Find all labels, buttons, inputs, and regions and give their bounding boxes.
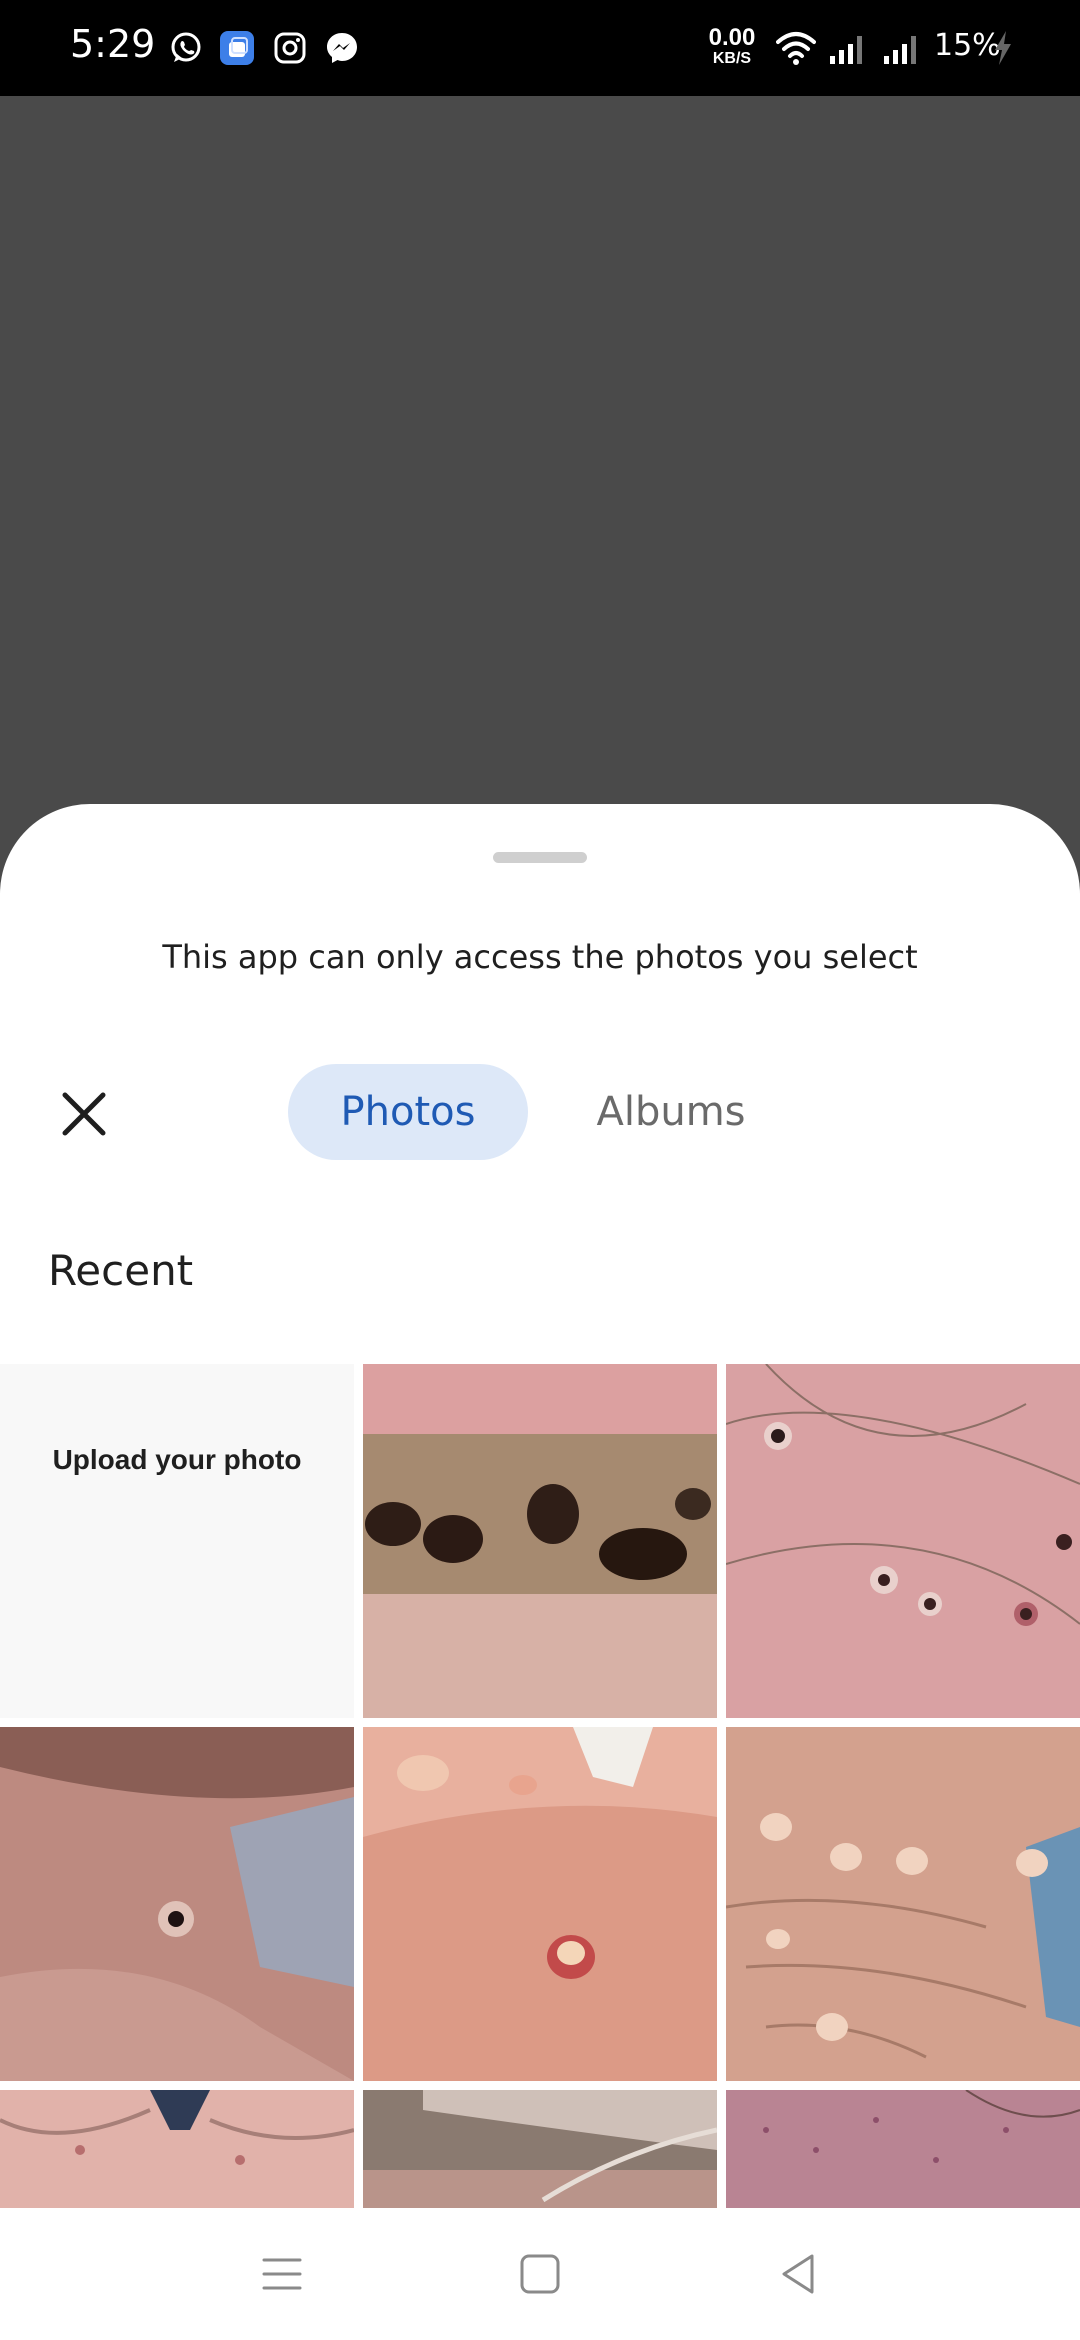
messenger-icon (327, 33, 357, 63)
multi-window-icon (220, 31, 254, 65)
home-icon[interactable] (510, 2244, 570, 2304)
status-bar: 5:29 0.00 KB/S 15% (0, 0, 1080, 96)
close-icon (62, 1092, 106, 1136)
wifi-icon (776, 32, 816, 65)
close-button[interactable] (50, 1080, 118, 1148)
photo-image (726, 2090, 1080, 2208)
access-info-text: This app can only access the photos you … (162, 938, 918, 976)
photo-thumbnail[interactable] (363, 2090, 717, 2208)
instagram-icon (274, 32, 306, 64)
photo-thumbnail[interactable] (0, 2090, 354, 2208)
photo-thumbnail[interactable] (726, 1727, 1080, 2081)
photo-image (726, 1727, 1080, 2081)
navigation-bar (0, 2208, 1080, 2340)
menu-icon[interactable] (252, 2244, 312, 2304)
network-speed: 0.00 KB/S (704, 26, 760, 67)
signal-strength-icon (830, 36, 862, 64)
photo-image (363, 2090, 717, 2208)
photo-image (0, 1727, 354, 2081)
battery-percentage: 15% (934, 28, 1001, 63)
photo-image (363, 1727, 717, 2081)
tab-albums[interactable]: Albums (555, 1064, 787, 1160)
photo-picker-sheet: This app can only access the photos you … (0, 804, 1080, 2208)
tab-photos[interactable]: Photos (288, 1064, 528, 1160)
whatsapp-icon (171, 32, 201, 62)
section-title-recent: Recent (48, 1246, 194, 1295)
photo-thumbnail[interactable] (0, 1727, 354, 2081)
back-icon[interactable] (768, 2244, 828, 2304)
photo-image (726, 1364, 1080, 1718)
signal-strength-icon (884, 36, 916, 64)
network-speed-unit: KB/S (712, 50, 752, 67)
upload-photo-tile[interactable]: Upload your photo (0, 1364, 354, 1718)
status-time: 5:29 (70, 22, 156, 66)
photo-thumbnail[interactable] (363, 1364, 717, 1718)
drag-handle[interactable] (493, 852, 587, 863)
photo-thumbnail[interactable] (726, 2090, 1080, 2208)
charging-icon (995, 31, 1011, 65)
photo-thumbnail[interactable] (726, 1364, 1080, 1718)
upload-photo-label: Upload your photo (52, 1444, 302, 1475)
network-speed-value: 0.00 (708, 24, 756, 51)
photo-image (0, 2090, 354, 2208)
photo-image (363, 1364, 717, 1718)
dimmed-background[interactable] (0, 96, 1080, 808)
photo-thumbnail[interactable] (363, 1727, 717, 2081)
